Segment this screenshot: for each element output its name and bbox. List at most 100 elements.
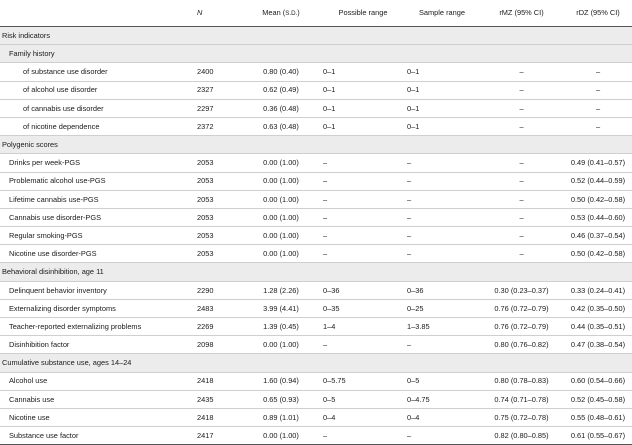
rmz-cell: 0.76 (0.72–0.79) [479, 317, 564, 337]
rdz-cell: 0.53 (0.44–0.60) [564, 208, 632, 228]
sample-range-cell: 0–1 [405, 99, 479, 118]
rmz-cell: – [479, 153, 564, 173]
n-column-header: N [195, 0, 241, 27]
table-row: Disinhibition factor 2098 0.00 (1.00) – –0.8… [0, 335, 632, 355]
rmz-cell: – [479, 81, 564, 100]
possible-range-column-header: Possible range [321, 0, 405, 27]
table-row: Nicotine use 2418 0.89 (1.01) 0–4 0–4 0.75 (0… [0, 408, 632, 428]
mean-sd-cell: 0.62 (0.49) [241, 81, 321, 100]
n-cell: 2418 [195, 372, 241, 391]
label-column-header [0, 0, 195, 27]
possible-range-cell: – [321, 172, 405, 191]
row-label-cell: Lifetime cannabis use-PGS [0, 190, 195, 209]
mean-header-label: Mean ( [262, 7, 286, 17]
rdz-cell: 0.47 (0.38–0.54) [564, 335, 632, 355]
table-row: Alcohol use 2418 1.60 (0.94) 0–5.75 0–5 0.80 … [0, 372, 632, 391]
row-label-cell: Disinhibition factor [0, 335, 195, 355]
mean-sd-cell: 0.89 (1.01) [241, 408, 321, 428]
rdz-cell: 0.44 (0.35–0.51) [564, 317, 632, 337]
row-label-cell: Alcohol use [0, 372, 195, 391]
row-label-cell: Regular smoking-PGS [0, 226, 195, 246]
rmz-cell: 0.74 (0.71–0.78) [479, 390, 564, 409]
sample-range-cell: – [405, 244, 479, 264]
row-label-cell: Teacher-reported externalizing problems [0, 317, 195, 337]
rmz-cell: – [479, 99, 564, 118]
rdz-column-header: rDZ (95% CI) [564, 0, 632, 27]
rdz-cell: 0.61 (0.55–0.67) [564, 426, 632, 445]
rmz-cell: – [479, 172, 564, 191]
n-cell: 2417 [195, 426, 241, 445]
rdz-cell: 0.42 (0.35–0.50) [564, 299, 632, 319]
mean-sd-cell: 0.00 (1.00) [241, 244, 321, 264]
rdz-cell: – [564, 117, 632, 137]
row-label-cell: of alcohol use disorder [0, 81, 195, 100]
mean-sd-cell: 1.28 (2.26) [241, 281, 321, 300]
sample-range-cell: – [405, 208, 479, 228]
table-row: of nicotine dependence 2372 0.63 (0.48) 0–1… [0, 117, 632, 137]
possible-range-cell: – [321, 190, 405, 209]
sample-range-cell: – [405, 153, 479, 173]
subsection-header-row: Family history [0, 44, 632, 64]
table-row: Lifetime cannabis use-PGS 2053 0.00 (1.00)… [0, 190, 632, 209]
sample-range-cell: 0–1 [405, 62, 479, 82]
mean-sd-cell: 0.63 (0.48) [241, 117, 321, 137]
mean-sd-cell: 0.36 (0.48) [241, 99, 321, 118]
section-title: Polygenic scores [0, 135, 632, 155]
sample-range-cell: – [405, 190, 479, 209]
sd-abbreviation: S.D. [285, 9, 298, 17]
sample-range-cell: 0–25 [405, 299, 479, 319]
n-cell: 2290 [195, 281, 241, 300]
header-row: N Mean (S.D.) Possible range Sample rang… [0, 0, 632, 27]
row-label-cell: Cannabis use [0, 390, 195, 409]
mean-sd-cell: 0.80 (0.40) [241, 62, 321, 82]
rdz-cell: 0.52 (0.44–0.59) [564, 172, 632, 191]
table-row: Drinks per week-PGS 2053 0.00 (1.00) – – –0.4… [0, 153, 632, 173]
n-cell: 2483 [195, 299, 241, 319]
table-row: Substance use factor 2417 0.00 (1.00) – –0.8… [0, 426, 632, 445]
possible-range-cell: 0–1 [321, 99, 405, 118]
table-row: Teacher-reported externalizing problems 2… [0, 317, 632, 337]
row-label-cell: of nicotine dependence [0, 117, 195, 137]
sample-range-cell: 0–1 [405, 117, 479, 137]
row-label-cell: Drinks per week-PGS [0, 153, 195, 173]
n-cell: 2053 [195, 172, 241, 191]
rmz-cell: 0.76 (0.72–0.79) [479, 299, 564, 319]
possible-range-cell: – [321, 244, 405, 264]
mean-sd-cell: 0.00 (1.00) [241, 335, 321, 355]
rmz-cell: – [479, 244, 564, 264]
possible-range-cell: – [321, 335, 405, 355]
mean-sd-cell: 0.00 (1.00) [241, 208, 321, 228]
row-label-cell: of substance use disorder [0, 62, 195, 82]
table-row: Delinquent behavior inventory 2290 1.28 (2… [0, 281, 632, 300]
possible-range-cell: – [321, 153, 405, 173]
sample-range-cell: – [405, 226, 479, 246]
n-cell: 2053 [195, 244, 241, 264]
subsection-title: Family history [0, 44, 632, 64]
rdz-cell: – [564, 81, 632, 100]
n-cell: 2418 [195, 408, 241, 428]
n-cell: 2372 [195, 117, 241, 137]
mean-sd-cell: 0.00 (1.00) [241, 426, 321, 445]
table-row: Cannabis use 2435 0.65 (0.93) 0–5 0–4.75 0.74… [0, 390, 632, 409]
possible-range-cell: 0–1 [321, 62, 405, 82]
n-cell: 2053 [195, 226, 241, 246]
table-row: Regular smoking-PGS 2053 0.00 (1.00) – – –0.4… [0, 226, 632, 246]
rmz-cell: – [479, 190, 564, 209]
possible-range-cell: 0–1 [321, 81, 405, 100]
rmz-cell: 0.82 (0.80–0.85) [479, 426, 564, 445]
row-label-cell: of cannabis use disorder [0, 99, 195, 118]
possible-range-cell: 0–35 [321, 299, 405, 319]
n-cell: 2053 [195, 153, 241, 173]
n-cell: 2435 [195, 390, 241, 409]
mean-sd-cell: 3.99 (4.41) [241, 299, 321, 319]
rmz-cell: – [479, 208, 564, 228]
possible-range-cell: 0–36 [321, 281, 405, 300]
possible-range-cell: 0–5 [321, 390, 405, 409]
n-cell: 2098 [195, 335, 241, 355]
sample-range-cell: – [405, 426, 479, 445]
n-cell: 2053 [195, 190, 241, 209]
rmz-cell: – [479, 117, 564, 137]
rdz-cell: 0.50 (0.42–0.58) [564, 244, 632, 264]
rdz-cell: – [564, 62, 632, 82]
rdz-cell: 0.50 (0.42–0.58) [564, 190, 632, 209]
